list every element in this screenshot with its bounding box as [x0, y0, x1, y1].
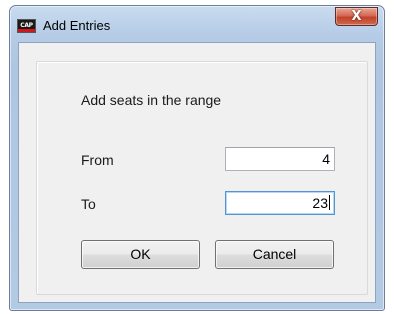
from-input[interactable]: 4 — [225, 147, 335, 171]
close-button[interactable]: X — [335, 7, 378, 26]
text-caret — [329, 195, 330, 210]
to-input-value: 23 — [312, 195, 328, 211]
from-label: From — [81, 152, 114, 168]
cancel-button[interactable]: Cancel — [215, 240, 334, 269]
close-icon: X — [351, 9, 362, 24]
from-input-value: 4 — [322, 151, 330, 167]
dialog-body: Add seats in the range From 4 To 23 OK C… — [18, 42, 376, 303]
app-icon: CAP — [17, 19, 36, 33]
ok-button[interactable]: OK — [81, 240, 200, 269]
window-title: Add Entries — [43, 18, 111, 33]
range-group-box: Add seats in the range From 4 To 23 OK C… — [36, 61, 368, 295]
title-bar[interactable]: CAP Add Entries X — [10, 6, 384, 42]
dialog-window: CAP Add Entries X Add seats in the range… — [9, 5, 385, 311]
to-input[interactable]: 23 — [225, 191, 335, 215]
to-label: To — [81, 196, 96, 212]
range-heading: Add seats in the range — [81, 92, 222, 108]
